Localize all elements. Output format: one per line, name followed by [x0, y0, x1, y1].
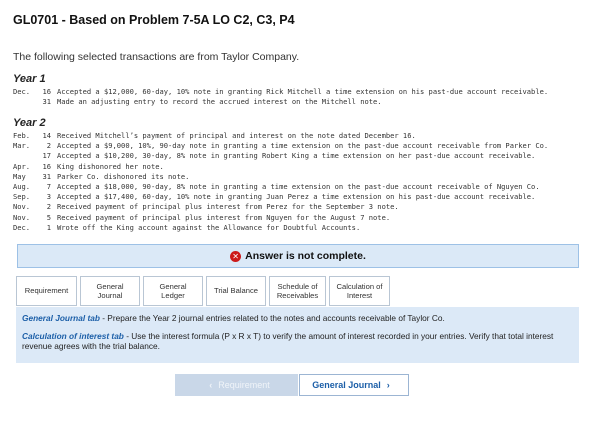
year-2-transactions: Feb. 14 Received Mitchell’s payment of pri… [13, 131, 548, 233]
tab-requirement[interactable]: Requirement [16, 276, 77, 306]
answer-status-text: Answer is not complete. [245, 250, 366, 262]
transaction-text: Accepted a $17,400, 60-day, 10% note in … [57, 192, 536, 202]
instruction-calculation-of-interest: Calculation of interest tab - Use the in… [22, 330, 554, 352]
transaction-month: Mar. [13, 141, 31, 151]
tab-label: General Journal [96, 281, 124, 301]
transaction-month [13, 97, 37, 107]
transaction-day: 2 [46, 202, 51, 212]
tab-calculation-of-interest[interactable]: Calculation of Interest [329, 276, 390, 306]
transaction-row: Aug. 7 Accepted a $18,000, 90-day, 8% note… [13, 182, 548, 192]
transaction-month: Nov. [13, 202, 31, 212]
tab-trial-balance[interactable]: Trial Balance [206, 276, 266, 306]
year-1-transactions: Dec. 16 Accepted a $12,000, 60-day, 10% no… [13, 87, 548, 107]
transaction-day: 3 [46, 192, 51, 202]
transaction-text: Made an adjusting entry to record the ac… [57, 97, 382, 107]
transaction-text: Parker Co. dishonored its note. [57, 171, 190, 181]
transaction-text: Accepted a $12,000, 60-day, 10% note in … [57, 87, 549, 96]
x-circle-icon: ✕ [230, 250, 242, 262]
transaction-month: Aug. [13, 181, 31, 191]
answer-status-banner: ✕ Answer is not complete. [17, 244, 579, 268]
transaction-text: Accepted a $9,000, 10%, 90-day note in g… [57, 141, 549, 151]
previous-button-label: Requirement [218, 380, 270, 390]
problem-intro: The following selected transactions are … [13, 51, 300, 63]
transaction-text: Wrote off the King account against the A… [57, 222, 361, 232]
transaction-day: 1 [46, 222, 51, 232]
chevron-left-icon: ‹ [209, 380, 213, 390]
transaction-day: 7 [46, 181, 51, 191]
transaction-month: Dec. [13, 87, 31, 96]
requirement-tabs: Requirement General Journal General Ledger… [16, 276, 393, 306]
problem-title: GL0701 - Based on Problem 7-5A LO C2, C3… [13, 13, 295, 27]
tab-label: Calculation of Interest [336, 281, 383, 301]
transaction-row: Dec. 16 Accepted a $12,000, 60-day, 10% no… [13, 87, 548, 97]
transaction-month: Nov. [13, 212, 31, 222]
instructions-panel: General Journal tab - Prepare the Year 2… [16, 307, 579, 363]
tab-label: General Ledger [159, 281, 187, 301]
transaction-day: 14 [42, 131, 51, 140]
next-button-label: General Journal [312, 380, 381, 390]
next-general-journal-button[interactable]: General Journal › [299, 374, 409, 396]
tab-label: Requirement [24, 286, 69, 296]
transaction-month: Apr. [13, 161, 31, 171]
transaction-row: Nov. 2 Received payment of principal plus … [13, 202, 548, 212]
transaction-month: Feb. [13, 131, 31, 140]
transaction-month: May [13, 171, 26, 181]
transaction-month [13, 151, 37, 161]
year-1-heading: Year 1 [13, 73, 46, 85]
year-2-heading: Year 2 [13, 117, 46, 129]
tab-general-ledger[interactable]: General Ledger [143, 276, 203, 306]
transaction-text: King dishonored her note. [57, 161, 164, 171]
transaction-text: Accepted a $18,000, 90-day, 8% note in g… [57, 181, 540, 191]
transaction-text: Accepted a $10,200, 30-day, 8% note in g… [57, 151, 536, 161]
transaction-row: Dec. 1 Wrote off the King account against … [13, 223, 548, 233]
transaction-text: Received Mitchell’s payment of principal… [57, 131, 416, 140]
transaction-row: May 31 Parker Co. dishonored its note. [13, 172, 548, 182]
transaction-row: Feb. 14 Received Mitchell’s payment of pri… [13, 131, 548, 141]
tab-schedule-of-receivables[interactable]: Schedule of Receivables [269, 276, 326, 306]
transaction-month: Sep. [13, 192, 31, 202]
chevron-right-icon: › [386, 380, 390, 390]
transaction-month: Dec. [13, 222, 31, 232]
transaction-text: Received payment of principal plus inter… [57, 212, 391, 222]
transaction-row: Mar. 2 Accepted a $9,000, 10%, 90-day note… [13, 141, 548, 151]
transaction-day: 16 [42, 161, 51, 171]
tab-label: Trial Balance [213, 286, 259, 296]
transaction-text: Received payment of principal plus inter… [57, 202, 399, 212]
transaction-row: 17 Accepted a $10,200, 30-day, 8% note in… [13, 151, 548, 161]
transaction-row: Sep. 3 Accepted a $17,400, 60-day, 10% not… [13, 192, 548, 202]
transaction-day: 31 [42, 171, 51, 181]
transaction-day: 5 [46, 212, 51, 222]
previous-requirement-button[interactable]: ‹ Requirement [175, 374, 298, 396]
transaction-day: 2 [46, 141, 51, 151]
transaction-row: Nov. 5 Received payment of principal plus … [13, 213, 548, 223]
transaction-row: 31 Made an adjusting entry to record the … [13, 97, 548, 107]
instruction-general-journal: General Journal tab - Prepare the Year 2… [22, 313, 445, 323]
tab-general-journal[interactable]: General Journal [80, 276, 140, 306]
transaction-day: 31 [42, 97, 51, 107]
transaction-day: 16 [42, 87, 51, 96]
transaction-day: 17 [42, 151, 51, 161]
tab-label: Schedule of Receivables [276, 281, 319, 301]
transaction-row: Apr. 16 King dishonored her note. [13, 162, 548, 172]
